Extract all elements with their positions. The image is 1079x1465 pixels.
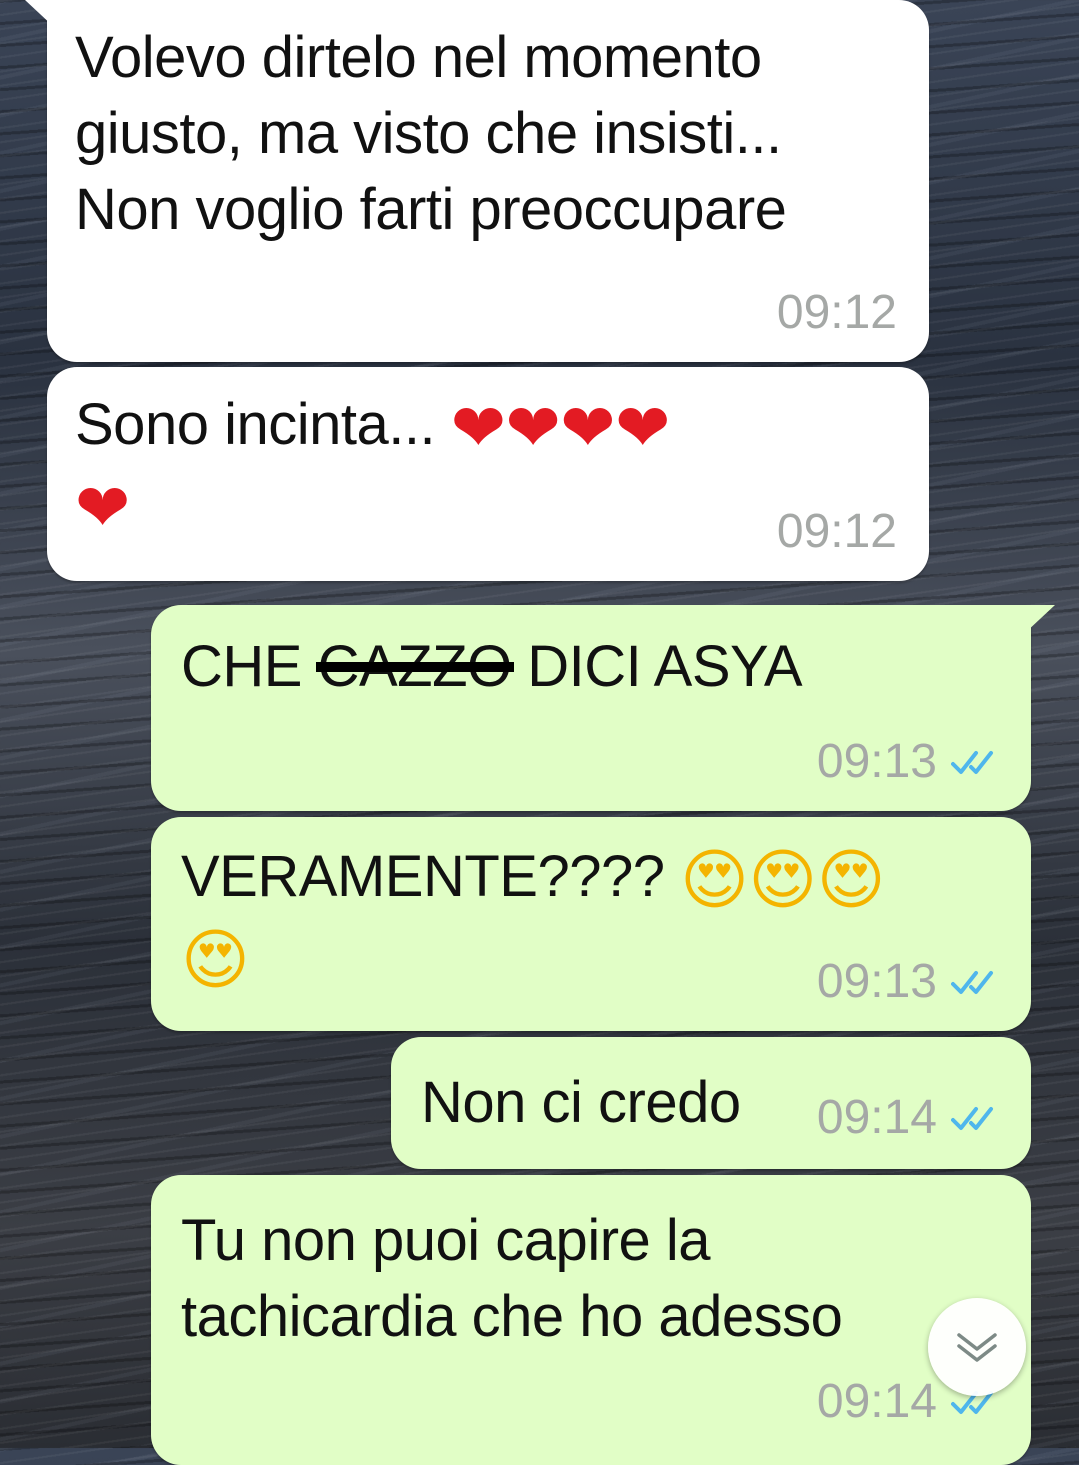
- message-meta: 09:13: [817, 954, 999, 1009]
- red-heart-icon: ❤: [75, 469, 130, 547]
- message-incoming[interactable]: Volevo dirtelo nel momento giusto, ma vi…: [25, 0, 929, 362]
- message-outgoing[interactable]: Tu non puoi capire la tachicardia che ho…: [151, 1175, 1031, 1465]
- message-meta: 09:12: [777, 285, 897, 340]
- message-time: 09:12: [776, 286, 897, 339]
- message-line: Non ci credo: [421, 1070, 741, 1135]
- red-heart-icon: ❤❤❤❤: [450, 389, 671, 467]
- message-meta: 09:14: [817, 1090, 999, 1145]
- message-time: 09:13: [816, 955, 937, 1008]
- bubble-tail: [1025, 605, 1055, 633]
- scroll-to-bottom-button[interactable]: [928, 1298, 1026, 1396]
- message-time: 09:14: [816, 1091, 937, 1144]
- message-line: VERAMENTE????: [181, 844, 665, 909]
- message-outgoing[interactable]: VERAMENTE???? 😍😍😍 😍 09:13: [151, 817, 1031, 1031]
- message-meta: 09:12: [777, 504, 897, 559]
- message-word: CHE: [181, 634, 302, 699]
- message-incoming[interactable]: Sono incinta... ❤❤❤❤ ❤ 09:12: [47, 367, 929, 581]
- message-word: DICI ASYA: [527, 634, 803, 699]
- message-meta: 09:13: [817, 734, 999, 789]
- heart-eyes-emoji-icon: 😍😍😍: [680, 841, 886, 919]
- message-word: CAZZO: [317, 634, 513, 699]
- double-check-icon: [951, 750, 993, 774]
- message-line: Sono incinta...: [75, 392, 436, 457]
- message-text: Volevo dirtelo nel momento giusto, ma vi…: [75, 20, 899, 248]
- message-text: CHE CAZZO DICI ASYA: [181, 629, 1001, 705]
- message-time: 09:14: [816, 1375, 937, 1428]
- message-time: 09:13: [816, 735, 937, 788]
- message-line: Non voglio farti preoccupare: [75, 177, 787, 242]
- message-text: Tu non puoi capire la tachicardia che ho…: [181, 1203, 1001, 1355]
- message-time: 09:12: [776, 505, 897, 558]
- heart-eyes-emoji-icon: 😍: [181, 921, 250, 999]
- message-outgoing[interactable]: CHE CAZZO DICI ASYA 09:13: [151, 605, 1055, 811]
- message-outgoing[interactable]: Non ci credo 09:14: [391, 1037, 1031, 1169]
- double-check-icon: [951, 1106, 993, 1130]
- double-check-icon: [951, 970, 993, 994]
- message-line: Tu non puoi capire la: [181, 1208, 711, 1273]
- censored-word: CAZZO: [315, 629, 514, 705]
- message-line: giusto, ma visto che insisti...: [75, 101, 782, 166]
- message-line: Volevo dirtelo nel momento: [75, 25, 762, 90]
- chevron-down-icon: [957, 1333, 997, 1362]
- message-line: tachicardia che ho adesso: [181, 1284, 843, 1349]
- message-text: Sono incinta... ❤❤❤❤ ❤: [75, 387, 899, 546]
- bubble-tail: [25, 0, 55, 28]
